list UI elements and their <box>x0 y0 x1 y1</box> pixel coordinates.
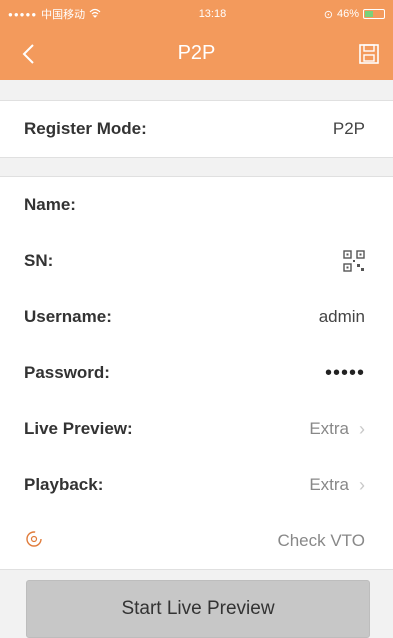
password-label: Password: <box>24 363 110 382</box>
live-preview-value: Extra <box>309 419 349 438</box>
live-preview-value-wrap: Extra › <box>309 419 365 440</box>
chevron-right-icon: › <box>359 418 365 439</box>
register-mode-value: P2P <box>332 119 365 138</box>
carrier-label: 中国移动 <box>41 9 86 21</box>
check-vto-label: Check VTO <box>277 531 365 550</box>
qr-scan-button[interactable] <box>343 250 365 272</box>
nav-bar: P2P <box>0 28 393 80</box>
username-row[interactable]: Username: admin <box>0 289 393 345</box>
page-title: P2P <box>177 42 216 64</box>
device-section: Name: SN: Username: admin Password: ••••… <box>0 176 393 570</box>
check-vto-row[interactable]: Check VTO <box>0 513 393 569</box>
status-right: ⊙ 46% <box>324 8 385 21</box>
refresh-icon <box>24 529 44 554</box>
name-label: Name: <box>24 195 76 214</box>
password-value[interactable]: ••••• <box>325 362 365 385</box>
wifi-icon <box>89 8 101 21</box>
register-section: Register Mode: P2P <box>0 100 393 158</box>
live-preview-row[interactable]: Live Preview: Extra › <box>0 401 393 457</box>
playback-label: Playback: <box>24 475 104 494</box>
status-time: 13:18 <box>198 8 227 20</box>
battery-percent: 46% <box>336 8 359 20</box>
qr-code-icon <box>343 250 365 272</box>
save-button[interactable] <box>353 38 385 70</box>
playback-value-wrap: Extra › <box>309 475 365 496</box>
register-mode-label: Register Mode: <box>24 119 147 138</box>
playback-value: Extra <box>309 475 349 494</box>
start-live-preview-button[interactable]: Start Live Preview <box>26 580 370 638</box>
sn-label: SN: <box>24 251 54 270</box>
location-icon: ⊙ <box>323 8 333 21</box>
battery-icon <box>362 9 385 19</box>
signal-icon: ●●●●● <box>8 9 38 19</box>
status-bar: ●●●●● 中国移动 13:18 ⊙ 46% <box>0 0 393 28</box>
save-icon <box>359 44 379 64</box>
status-left: ●●●●● 中国移动 <box>8 6 101 22</box>
username-value[interactable]: admin <box>319 307 365 327</box>
name-row[interactable]: Name: <box>0 177 393 233</box>
sn-row[interactable]: SN: <box>0 233 393 289</box>
username-label: Username: <box>24 307 112 326</box>
chevron-right-icon: › <box>359 474 365 495</box>
password-row[interactable]: Password: ••••• <box>0 345 393 401</box>
live-preview-label: Live Preview: <box>24 419 133 438</box>
playback-row[interactable]: Playback: Extra › <box>0 457 393 513</box>
register-mode-row[interactable]: Register Mode: P2P <box>0 101 393 157</box>
